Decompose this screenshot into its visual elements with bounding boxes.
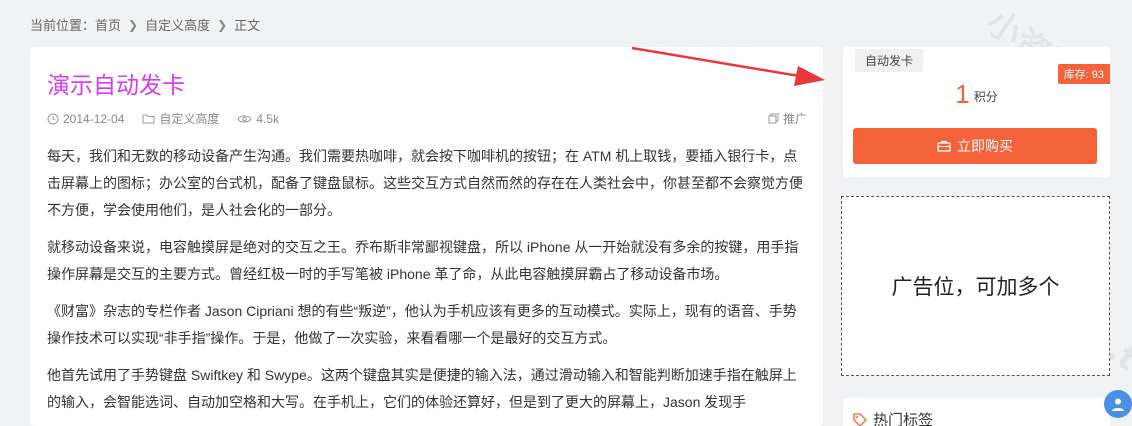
paragraph: 就移动设备来说，电容触摸屏是绝对的交互之王。乔布斯非常鄙视键盘，所以 iPhon… bbox=[47, 239, 799, 282]
ad-slot[interactable]: 广告位，可加多个 bbox=[841, 196, 1110, 376]
article-card: 演示自动发卡 2014-12-04 自定义高度 4.5k 推广 每天，我们和无数… bbox=[30, 47, 823, 426]
hot-tags-widget: 热门标签 bbox=[843, 398, 1110, 426]
product-tag[interactable]: 自动发卡 bbox=[855, 49, 924, 72]
floating-user-button[interactable] bbox=[1104, 390, 1132, 418]
briefcase-icon bbox=[937, 140, 951, 152]
buy-now-button[interactable]: 立即购买 bbox=[853, 128, 1097, 164]
paragraph: 《财富》杂志的专栏作者 Jason Cipriani 想的有些“叛逆”，他认为手… bbox=[47, 303, 797, 346]
breadcrumb-prefix: 当前位置： bbox=[30, 18, 96, 33]
meta-date: 2014-12-04 bbox=[47, 112, 124, 126]
hot-tags-header: 热门标签 bbox=[853, 409, 933, 426]
article-meta: 2014-12-04 自定义高度 4.5k 推广 bbox=[47, 110, 807, 127]
meta-views: 4.5k bbox=[237, 112, 279, 126]
article-content: 每天，我们和无数的移动设备产生沟通。我们需要热咖啡，就会按下咖啡机的按钮；在 A… bbox=[47, 143, 807, 426]
buy-card: 自动发卡 库存: 93 1 积分 立即购买 bbox=[843, 47, 1110, 177]
promo-link[interactable]: 推广 bbox=[768, 110, 807, 127]
breadcrumb: 当前位置： 首页 ❯ 自定义高度 ❯ 正文 bbox=[30, 15, 260, 34]
price: 1 积分 bbox=[843, 79, 1110, 110]
breadcrumb-home-link[interactable]: 首页 bbox=[95, 15, 121, 34]
copy-icon bbox=[768, 113, 779, 124]
folder-icon bbox=[142, 113, 155, 124]
paragraph: 他首先试用了手势键盘 Swiftkey 和 Swype。这两个键盘其实是便捷的输… bbox=[47, 367, 797, 410]
ad-text: 广告位，可加多个 bbox=[891, 276, 1060, 299]
eye-icon bbox=[237, 114, 252, 124]
paragraph: 每天，我们和无数的移动设备产生沟通。我们需要热咖啡，就会按下咖啡机的按钮；在 A… bbox=[47, 148, 803, 218]
price-number: 1 bbox=[955, 79, 970, 109]
breadcrumb-category-link[interactable]: 自定义高度 bbox=[145, 15, 210, 34]
article-title: 演示自动发卡 bbox=[47, 72, 185, 98]
buy-now-label: 立即购买 bbox=[957, 138, 1013, 154]
breadcrumb-current: 正文 bbox=[234, 18, 261, 33]
tag-icon bbox=[853, 412, 867, 426]
user-icon bbox=[1112, 398, 1124, 411]
chevron-right-icon: ❯ bbox=[217, 17, 228, 32]
price-unit: 积分 bbox=[973, 90, 998, 104]
clock-icon bbox=[47, 113, 59, 125]
meta-category[interactable]: 自定义高度 bbox=[142, 110, 219, 127]
chevron-right-icon: ❯ bbox=[128, 17, 139, 32]
